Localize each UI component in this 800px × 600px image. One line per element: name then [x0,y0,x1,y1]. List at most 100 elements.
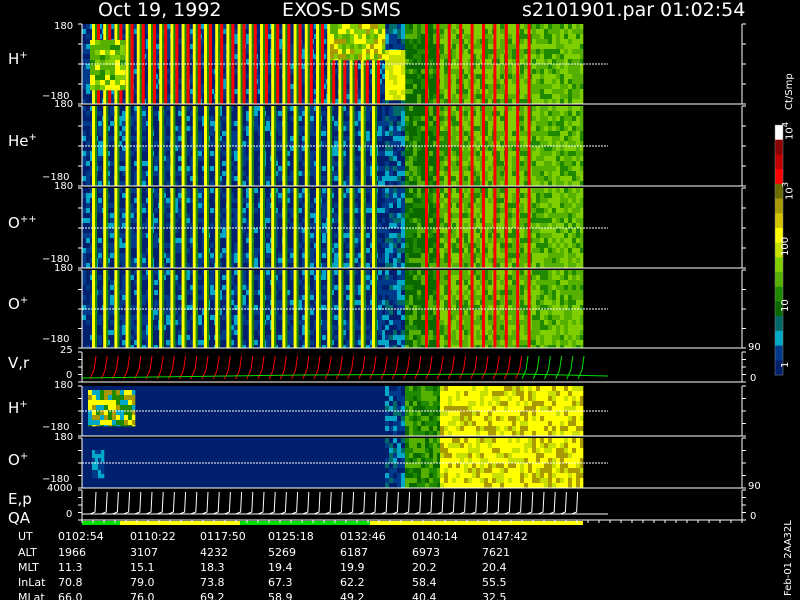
velocity-trace [403,355,411,380]
velocity-trace [503,355,511,380]
velocity-trace [156,355,164,380]
table-cell: 66.0 [58,591,83,600]
table-cell: 69.2 [200,591,225,600]
energy-trace [280,491,287,515]
tick-label: 25 [60,345,73,356]
energy-trace [358,491,366,515]
tick-label: 180 [54,432,74,443]
table-cell: 0147:42 [482,530,528,543]
energy-trace [448,491,455,515]
velocity-trace [347,355,355,380]
table-cell: 6187 [340,546,368,559]
panel-label-oplusplus: O++ [8,214,37,232]
velocity-trace [391,355,399,380]
right-tick-label: 90 [748,481,761,492]
table-cell: 18.3 [200,561,225,574]
velocity-trace [302,355,310,380]
table-cell: 0125:18 [268,530,314,543]
velocity-trace [123,355,131,380]
table-cell: 7621 [482,546,510,559]
table-cell: 20.4 [482,561,507,574]
energy-trace [134,491,142,515]
energy-trace [302,491,310,515]
table-cell: 67.3 [268,576,293,589]
tick-label: 180 [54,21,74,32]
table-cell: 0117:50 [200,530,246,543]
velocity-trace [380,355,388,380]
tick-label: −180 [42,334,70,345]
table-cell: 4232 [200,546,228,559]
velocity-trace [470,355,478,380]
velocity-trace [335,355,343,380]
table-cell: 11.3 [58,561,83,574]
energy-trace [269,491,276,515]
spectrogram-region-burst [90,40,126,91]
panel-label-hplus2: H+ [8,399,28,417]
table-cell: 0132:46 [340,530,386,543]
colorbar-swatch [775,139,783,155]
table-cell: 0140:14 [412,530,458,543]
velocity-trace [492,355,500,380]
colorbar-tick-1e3: 103 [780,181,796,200]
colorbar-tick-100: 100 [780,236,791,256]
velocity-trace [89,355,97,380]
right-tick-label: 90 [748,342,761,353]
energy-trace [145,491,153,515]
energy-trace [313,491,321,515]
qa-bar [240,521,370,525]
velocity-trace [369,355,377,380]
velocity-trace [167,355,175,380]
energy-trace [369,491,377,515]
velocity-trace [532,355,540,380]
energy-trace [481,491,489,515]
energy-trace [560,491,567,515]
panel-label-oplus2: O+ [8,451,29,469]
sms-spectrogram-screen: Oct 19, 1992 EXOS-D SMS s2101901.par 01:… [0,0,800,600]
colorbar-swatch [775,330,783,346]
velocity-trace [179,355,187,380]
energy-trace [403,491,411,515]
panel-label-oplus: O+ [8,295,29,313]
table-cell: 0110:22 [130,530,176,543]
colorbar-swatch [775,257,783,273]
table-cell: 5269 [268,546,296,559]
colorbar-swatch [775,154,783,170]
energy-trace [504,491,511,515]
energy-trace [325,491,332,515]
energy-trace [336,491,343,515]
panel-label-heplus: He+ [8,132,37,150]
spectrogram-region-burst [92,450,105,479]
energy-trace [347,491,355,515]
right-tick-label: 0 [750,511,757,522]
velocity-trace [481,355,489,380]
energy-trace [414,491,422,515]
table-cell: 79.0 [130,576,155,589]
table-cell: 49.2 [340,591,365,600]
qa-bar [82,521,120,525]
tick-label: 180 [54,263,74,274]
velocity-trace [190,355,198,380]
velocity-trace [414,355,422,380]
velocity-trace [212,355,220,380]
table-cell: 58.9 [268,591,293,600]
table-cell: 19.9 [340,561,365,574]
energy-trace [213,491,220,515]
velocity-trace [459,355,467,380]
energy-trace [168,491,175,515]
panel-label-ep: E,p [8,490,32,508]
velocity-trace [555,355,563,380]
colorbar-tick-10: 10 [780,299,791,312]
qa-bar [370,521,583,525]
energy-trace [291,491,299,515]
energy-trace [537,491,545,515]
tick-label: 180 [54,99,74,110]
energy-trace [437,491,444,515]
energy-trace [101,491,108,515]
panel-label-vr: V,r [8,354,30,372]
velocity-trace [521,355,529,380]
tick-label: 180 [54,380,74,391]
colorbar-swatch [775,345,783,361]
colorbar-tick-1e4: 104 [780,121,796,140]
velocity-trace [425,355,433,380]
colorbar-swatch [775,213,783,229]
